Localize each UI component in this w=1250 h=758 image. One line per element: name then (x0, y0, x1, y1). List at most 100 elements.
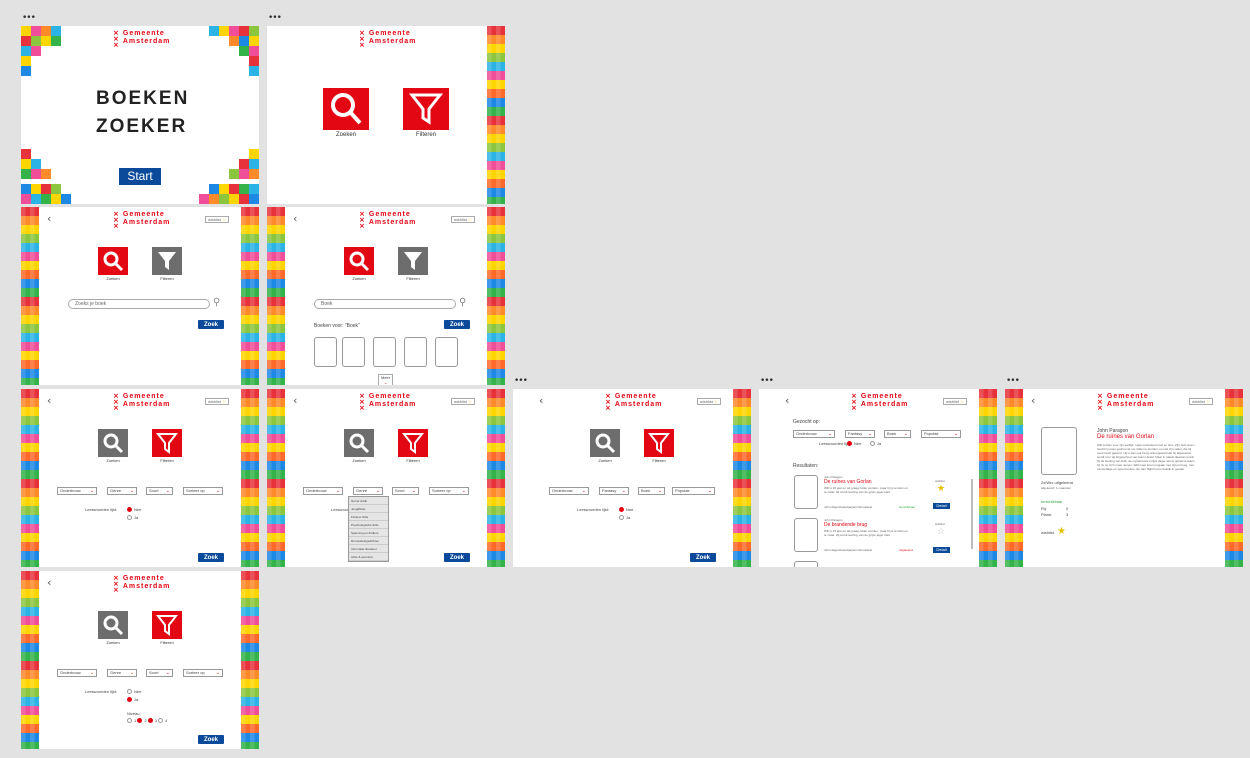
search-tile[interactable] (98, 611, 128, 639)
level-option[interactable]: 3 (147, 718, 157, 724)
scrollbar[interactable] (971, 479, 973, 549)
back-button[interactable]: ‹ (1031, 394, 1035, 407)
filter-tile[interactable] (644, 429, 674, 457)
frame-menu-dots[interactable]: ••• (514, 377, 528, 386)
back-button[interactable]: ‹ (539, 394, 543, 407)
genre-option[interactable]: Jeugdfictie (349, 505, 388, 513)
filter-tile[interactable] (152, 247, 182, 275)
start-button[interactable]: Start (119, 168, 161, 185)
type-dropdown[interactable]: Soort ⌄ (392, 487, 419, 495)
star-filled-icon[interactable]: ★ (1057, 526, 1066, 537)
reading-list-yes-option[interactable]: Ja (127, 515, 138, 521)
subject-dropdown[interactable]: Onderbouw ⌄ (793, 430, 835, 438)
filter-tile[interactable] (403, 88, 449, 130)
screen-book-detail: ‹ × × × Gemeente Amsterdam wishlist ☆ John … (1005, 389, 1243, 567)
book-cover[interactable] (404, 337, 427, 367)
filter-tile[interactable] (398, 429, 428, 457)
book-cover[interactable] (435, 337, 458, 367)
subject-dropdown[interactable]: Onderbouw ⌄ (549, 487, 589, 495)
search-button[interactable]: Zoek (690, 553, 716, 562)
type-dropdown[interactable]: Soort ⌄ (146, 669, 173, 677)
detail-button[interactable]: Detail (933, 503, 950, 509)
wishlist-button[interactable]: wishlist ☆ (1189, 398, 1213, 405)
search-button[interactable]: Zoek (198, 320, 224, 329)
sort-dropdown[interactable]: Populair ⌄ (672, 487, 715, 495)
wishlist-button[interactable]: wishlist ☆ (451, 216, 475, 223)
search-tile[interactable] (344, 247, 374, 275)
filter-tile[interactable] (152, 429, 182, 457)
search-tile[interactable] (98, 429, 128, 457)
book-cover[interactable] (342, 337, 365, 367)
back-button[interactable]: ‹ (785, 394, 789, 407)
search-button[interactable]: Zoek (444, 553, 470, 562)
genre-option[interactable]: Spanning en thrillers (349, 529, 388, 537)
search-tile[interactable] (323, 88, 369, 130)
subject-dropdown[interactable]: Onderbouw ⌄ (57, 487, 97, 495)
frame-menu-dots[interactable]: ••• (268, 14, 282, 23)
wishlist-button[interactable]: wishlist ☆ (697, 398, 721, 405)
subject-dropdown[interactable]: Onderbouw ⌄ (303, 487, 343, 495)
type-dropdown[interactable]: Soort ⌄ (146, 487, 173, 495)
search-input[interactable]: Boek (314, 299, 456, 309)
book-cover[interactable] (373, 337, 396, 367)
sort-dropdown[interactable]: Sorteer op ⌄ (183, 487, 223, 495)
genre-dropdown[interactable]: Fantasy ⌄ (599, 487, 629, 495)
genre-dropdown[interactable]: Fantasy ⌄ (845, 430, 875, 438)
back-button[interactable]: ‹ (47, 394, 51, 407)
back-button[interactable]: ‹ (293, 212, 297, 225)
reading-list-no-option[interactable]: Nee (127, 689, 141, 695)
sort-dropdown[interactable]: Sorteer op ⌄ (183, 669, 223, 677)
search-button[interactable]: Zoek (198, 553, 224, 562)
frame-menu-dots[interactable]: ••• (1006, 377, 1020, 386)
search-icon[interactable]: ⚲ (459, 297, 466, 308)
filter-tile[interactable] (152, 611, 182, 639)
genre-dropdown[interactable]: Genre ⌄ (107, 669, 137, 677)
genre-option[interactable]: Romantiek/gedichten (349, 537, 388, 545)
subject-dropdown[interactable]: Onderbouw ⌄ (57, 669, 97, 677)
reading-list-no-option[interactable]: Nee (847, 441, 861, 447)
search-icon[interactable]: ⚲ (213, 297, 220, 308)
genre-option[interactable]: Fictieve fictie (349, 513, 388, 521)
wishlist-button[interactable]: wishlist ☆ (205, 398, 229, 405)
reading-list-yes-option[interactable]: Ja (870, 441, 881, 447)
genre-option[interactable]: Horror Adult (349, 497, 388, 505)
search-input[interactable]: Zoeks je boek (68, 299, 210, 309)
search-button[interactable]: Zoek (444, 320, 470, 329)
level-option[interactable]: 2 (137, 718, 147, 724)
type-dropdown[interactable]: Boek ⌄ (884, 430, 911, 438)
genre-option[interactable]: Informatie literatuur (349, 545, 388, 553)
frame-menu-dots[interactable]: ••• (760, 377, 774, 386)
book-cover[interactable] (314, 337, 337, 367)
star-outline-icon[interactable]: ☆ (937, 526, 945, 537)
back-button[interactable]: ‹ (47, 212, 51, 225)
frame-menu-dots[interactable]: ••• (22, 14, 36, 23)
reading-list-no-option[interactable]: Nee (619, 507, 633, 513)
search-tile[interactable] (98, 247, 128, 275)
star-filled-icon[interactable]: ★ (937, 483, 945, 494)
wishlist-button[interactable]: wishlist ☆ (451, 398, 475, 405)
genre-dropdown[interactable]: Genre ⌄ (107, 487, 137, 495)
search-tile[interactable] (590, 429, 620, 457)
level-option[interactable]: 4 (158, 718, 167, 724)
more-button[interactable]: Meer ⌄ (378, 374, 394, 385)
genre-option[interactable]: Actie & avontuur (349, 553, 388, 561)
gemeente-amsterdam-logo: × × × Gemeente Amsterdam (605, 393, 662, 412)
level-option[interactable]: 1 (127, 718, 136, 724)
back-button[interactable]: ‹ (47, 576, 51, 589)
reading-list-yes-option[interactable]: Ja (127, 697, 138, 703)
genre-dropdown[interactable]: Genre ⌄ (353, 487, 383, 495)
back-button[interactable]: ‹ (293, 394, 297, 407)
reading-list-yes-option[interactable]: Ja (619, 515, 630, 521)
reading-list-no-option[interactable]: Nee (127, 507, 141, 513)
search-tile[interactable] (344, 429, 374, 457)
filter-tile[interactable] (398, 247, 428, 275)
sort-dropdown[interactable]: Sorteer op ⌄ (429, 487, 469, 495)
book-cover[interactable] (794, 561, 818, 567)
wishlist-button[interactable]: wishlist ☆ (943, 398, 967, 405)
wishlist-button[interactable]: wishlist ☆ (205, 216, 229, 223)
sort-dropdown[interactable]: Populair ⌄ (921, 430, 961, 438)
genre-option[interactable]: Psychologische fictie (349, 521, 388, 529)
type-dropdown[interactable]: Boek ⌄ (638, 487, 665, 495)
search-button[interactable]: Zoek (198, 735, 224, 744)
detail-button[interactable]: Detail (933, 547, 950, 553)
